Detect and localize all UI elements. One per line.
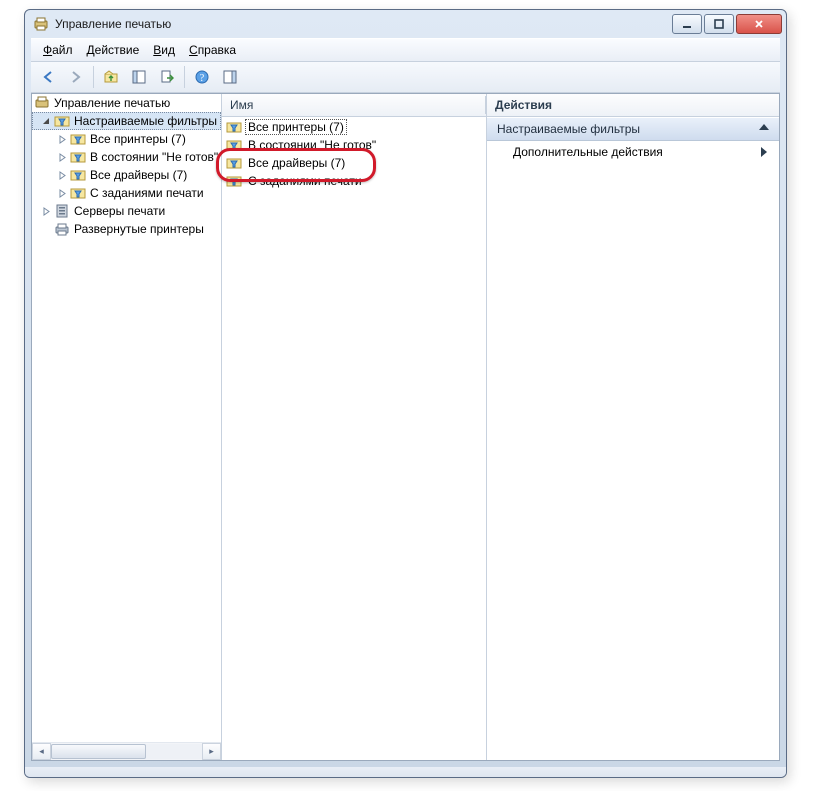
server-icon	[54, 203, 70, 219]
list-item-with-jobs[interactable]: С заданиями печати	[224, 172, 484, 190]
expand-icon[interactable]	[54, 131, 70, 147]
filter-folder-icon	[54, 113, 70, 129]
toolbar: ?	[31, 62, 780, 93]
filter-icon	[226, 137, 242, 153]
tree-horizontal-scrollbar[interactable]: ◂ ▸	[32, 742, 221, 760]
submenu-arrow-icon	[761, 147, 767, 157]
tree-deployed-printers[interactable]: Развернутые принтеры	[32, 220, 221, 238]
actions-group-custom-filters[interactable]: Настраиваемые фильтры	[487, 117, 779, 141]
expand-icon[interactable]	[54, 167, 70, 183]
list-item-all-printers[interactable]: Все принтеры (7)	[224, 118, 484, 136]
list-item-all-drivers[interactable]: Все драйверы (7)	[224, 154, 484, 172]
window-title: Управление печатью	[55, 17, 672, 31]
expand-icon[interactable]	[54, 185, 70, 201]
collapse-caret-icon	[759, 124, 769, 130]
filter-icon	[226, 173, 242, 189]
close-button[interactable]	[736, 14, 782, 34]
statusbar	[25, 767, 786, 777]
up-button[interactable]	[98, 64, 124, 90]
menu-file-label: айл	[52, 43, 72, 57]
menu-action[interactable]: Действие	[81, 41, 146, 59]
list-item-label: Все драйверы (7)	[246, 156, 347, 170]
tree-pane: Управление печатью Настраиваемые фильтры…	[32, 94, 222, 760]
tree-with-jobs[interactable]: С заданиями печати	[32, 184, 221, 202]
filter-icon	[226, 155, 242, 171]
list-view[interactable]: Все принтеры (7) В состоянии "Не готов" …	[222, 117, 486, 760]
expand-icon[interactable]	[54, 149, 70, 165]
menu-help-label: правка	[198, 43, 236, 57]
app-icon	[33, 16, 49, 32]
collapse-icon[interactable]	[38, 113, 54, 129]
column-header-name[interactable]: Имя	[222, 94, 486, 117]
actions-group-label: Настраиваемые фильтры	[497, 122, 640, 136]
tree-root[interactable]: Управление печатью	[32, 94, 221, 112]
tree-deployed-printers-label: Развернутые принтеры	[74, 222, 204, 236]
tree-not-ready[interactable]: В состоянии "Не готов"	[32, 148, 221, 166]
list-item-label: Все принтеры (7)	[246, 120, 346, 134]
window: Управление печатью Файл Действие Вид Спр…	[24, 9, 787, 778]
menu-help[interactable]: Справка	[183, 41, 242, 59]
actions-header: Действия	[487, 94, 779, 117]
export-list-button[interactable]	[154, 64, 180, 90]
menu-view[interactable]: Вид	[147, 41, 181, 59]
tree-with-jobs-label: С заданиями печати	[90, 186, 204, 200]
filter-icon	[226, 119, 242, 135]
show-hide-tree-button[interactable]	[126, 64, 152, 90]
tree-custom-filters[interactable]: Настраиваемые фильтры	[32, 112, 221, 130]
maximize-button[interactable]	[704, 14, 734, 34]
tree-print-servers[interactable]: Серверы печати	[32, 202, 221, 220]
filter-icon	[70, 131, 86, 147]
filter-icon	[70, 149, 86, 165]
show-hide-actions-button[interactable]	[217, 64, 243, 90]
help-button[interactable]: ?	[189, 64, 215, 90]
printer-icon	[54, 221, 70, 237]
tree-not-ready-label: В состоянии "Не готов"	[90, 150, 218, 164]
tree-all-drivers[interactable]: Все драйверы (7)	[32, 166, 221, 184]
menu-file[interactable]: Файл	[37, 41, 79, 59]
menubar: Файл Действие Вид Справка	[31, 38, 780, 62]
tree-custom-filters-label: Настраиваемые фильтры	[74, 114, 217, 128]
actions-pane: Действия Настраиваемые фильтры Дополните…	[487, 94, 779, 760]
tree-all-printers-label: Все принтеры (7)	[90, 132, 186, 146]
list-item-not-ready[interactable]: В состоянии "Не готов"	[224, 136, 484, 154]
scroll-right-button[interactable]: ▸	[202, 743, 221, 760]
minimize-button[interactable]	[672, 14, 702, 34]
tree-view[interactable]: Управление печатью Настраиваемые фильтры…	[32, 94, 221, 742]
tree-all-printers[interactable]: Все принтеры (7)	[32, 130, 221, 148]
scroll-thumb[interactable]	[51, 744, 146, 759]
filter-icon	[70, 167, 86, 183]
filter-icon	[70, 185, 86, 201]
client-area: Управление печатью Настраиваемые фильтры…	[31, 93, 780, 761]
tree-print-servers-label: Серверы печати	[74, 204, 165, 218]
list-item-label: В состоянии "Не готов"	[246, 138, 378, 152]
actions-more-label: Дополнительные действия	[513, 145, 663, 159]
menu-view-label: ид	[161, 43, 175, 57]
scroll-left-button[interactable]: ◂	[32, 743, 51, 760]
list-pane: Имя Все принтеры (7) В состоянии "Не гот…	[222, 94, 487, 760]
svg-text:?: ?	[200, 73, 205, 84]
column-header-name-label: Имя	[230, 98, 253, 112]
menu-action-label: ействие	[95, 43, 140, 57]
scroll-track[interactable]	[51, 744, 202, 759]
forward-button[interactable]	[63, 64, 89, 90]
list-item-label: С заданиями печати	[246, 174, 364, 188]
tree-all-drivers-label: Все драйверы (7)	[90, 168, 187, 182]
actions-header-label: Действия	[495, 98, 552, 112]
printer-management-icon	[34, 95, 50, 111]
titlebar[interactable]: Управление печатью	[25, 10, 786, 38]
tree-root-label: Управление печатью	[54, 96, 170, 110]
back-button[interactable]	[35, 64, 61, 90]
actions-more-actions[interactable]: Дополнительные действия	[487, 141, 779, 163]
expand-icon[interactable]	[38, 203, 54, 219]
